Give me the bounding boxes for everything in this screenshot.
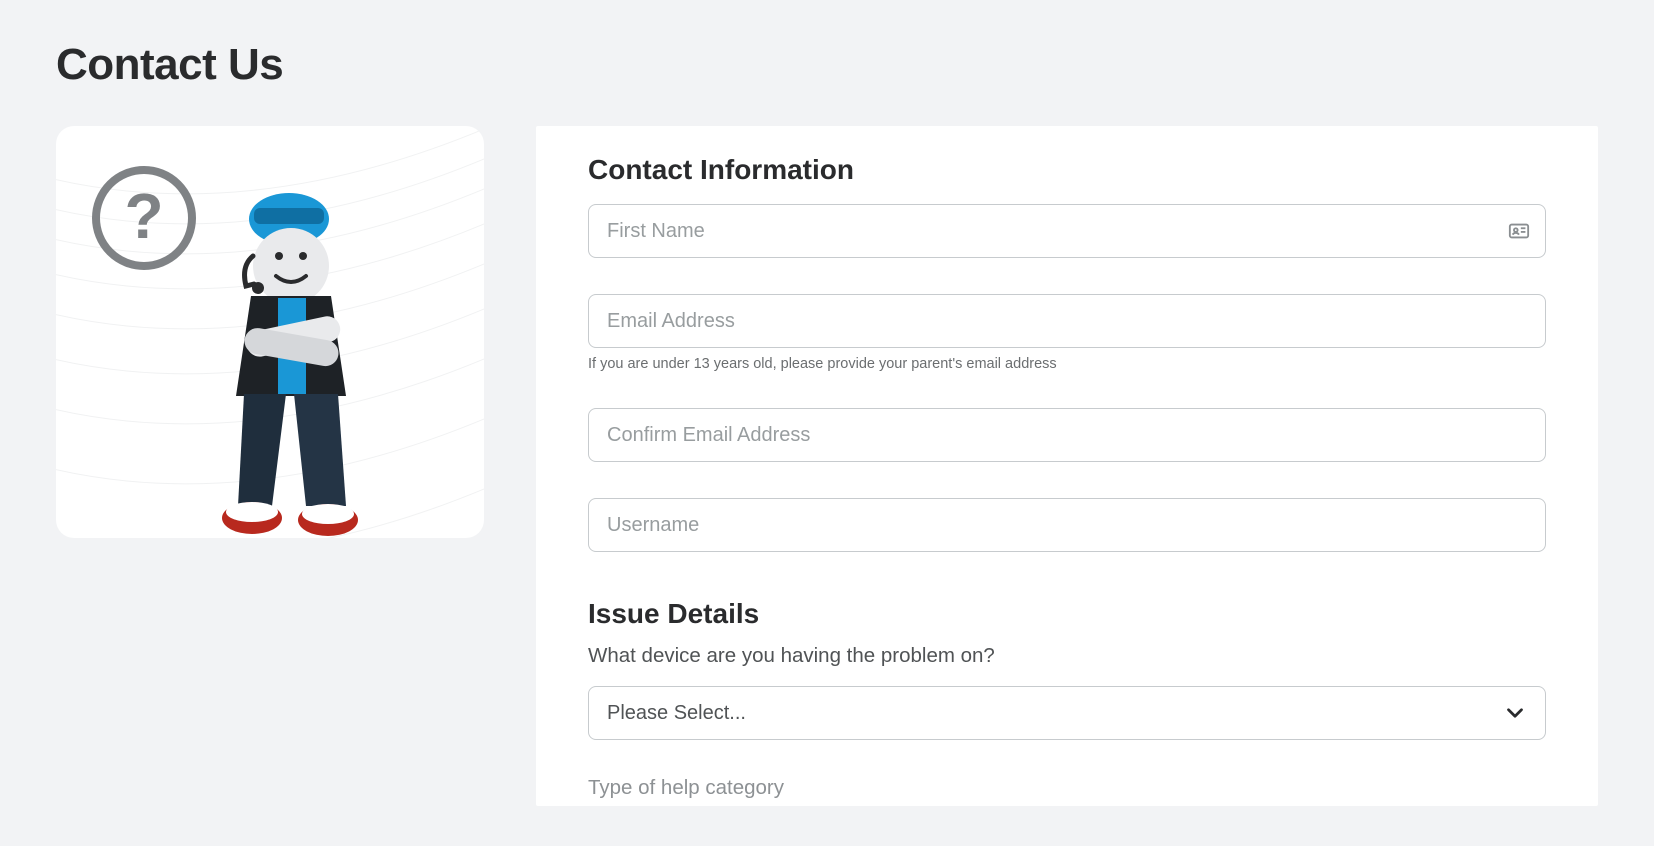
issue-details-heading: Issue Details (536, 588, 1598, 644)
device-question: What device are you having the problem o… (536, 644, 1598, 686)
device-select-wrap: Please Select... (588, 686, 1546, 740)
confirm-email-row (536, 380, 1598, 498)
help-illustration-card: ? (56, 126, 484, 538)
device-select[interactable]: Please Select... (588, 686, 1546, 740)
contact-form: Contact Information If you are under 13 … (536, 126, 1598, 806)
id-card-icon (1508, 220, 1530, 242)
email-input[interactable] (588, 294, 1546, 348)
question-mark-icon: ? (92, 166, 196, 270)
email-help-text: If you are under 13 years old, please pr… (588, 356, 1546, 372)
contact-info-heading: Contact Information (536, 154, 1598, 204)
page-title: Contact Us (56, 40, 1598, 90)
email-row: If you are under 13 years old, please pr… (536, 294, 1598, 380)
confirm-email-input[interactable] (588, 408, 1546, 462)
help-category-label: Type of help category (536, 776, 1598, 806)
question-glyph: ? (124, 184, 163, 248)
content-layout: ? Contact In (56, 126, 1598, 806)
first-name-input[interactable] (588, 204, 1546, 258)
first-name-row (536, 204, 1598, 294)
username-row (536, 498, 1598, 588)
support-avatar-image (186, 176, 396, 538)
username-input[interactable] (588, 498, 1546, 552)
